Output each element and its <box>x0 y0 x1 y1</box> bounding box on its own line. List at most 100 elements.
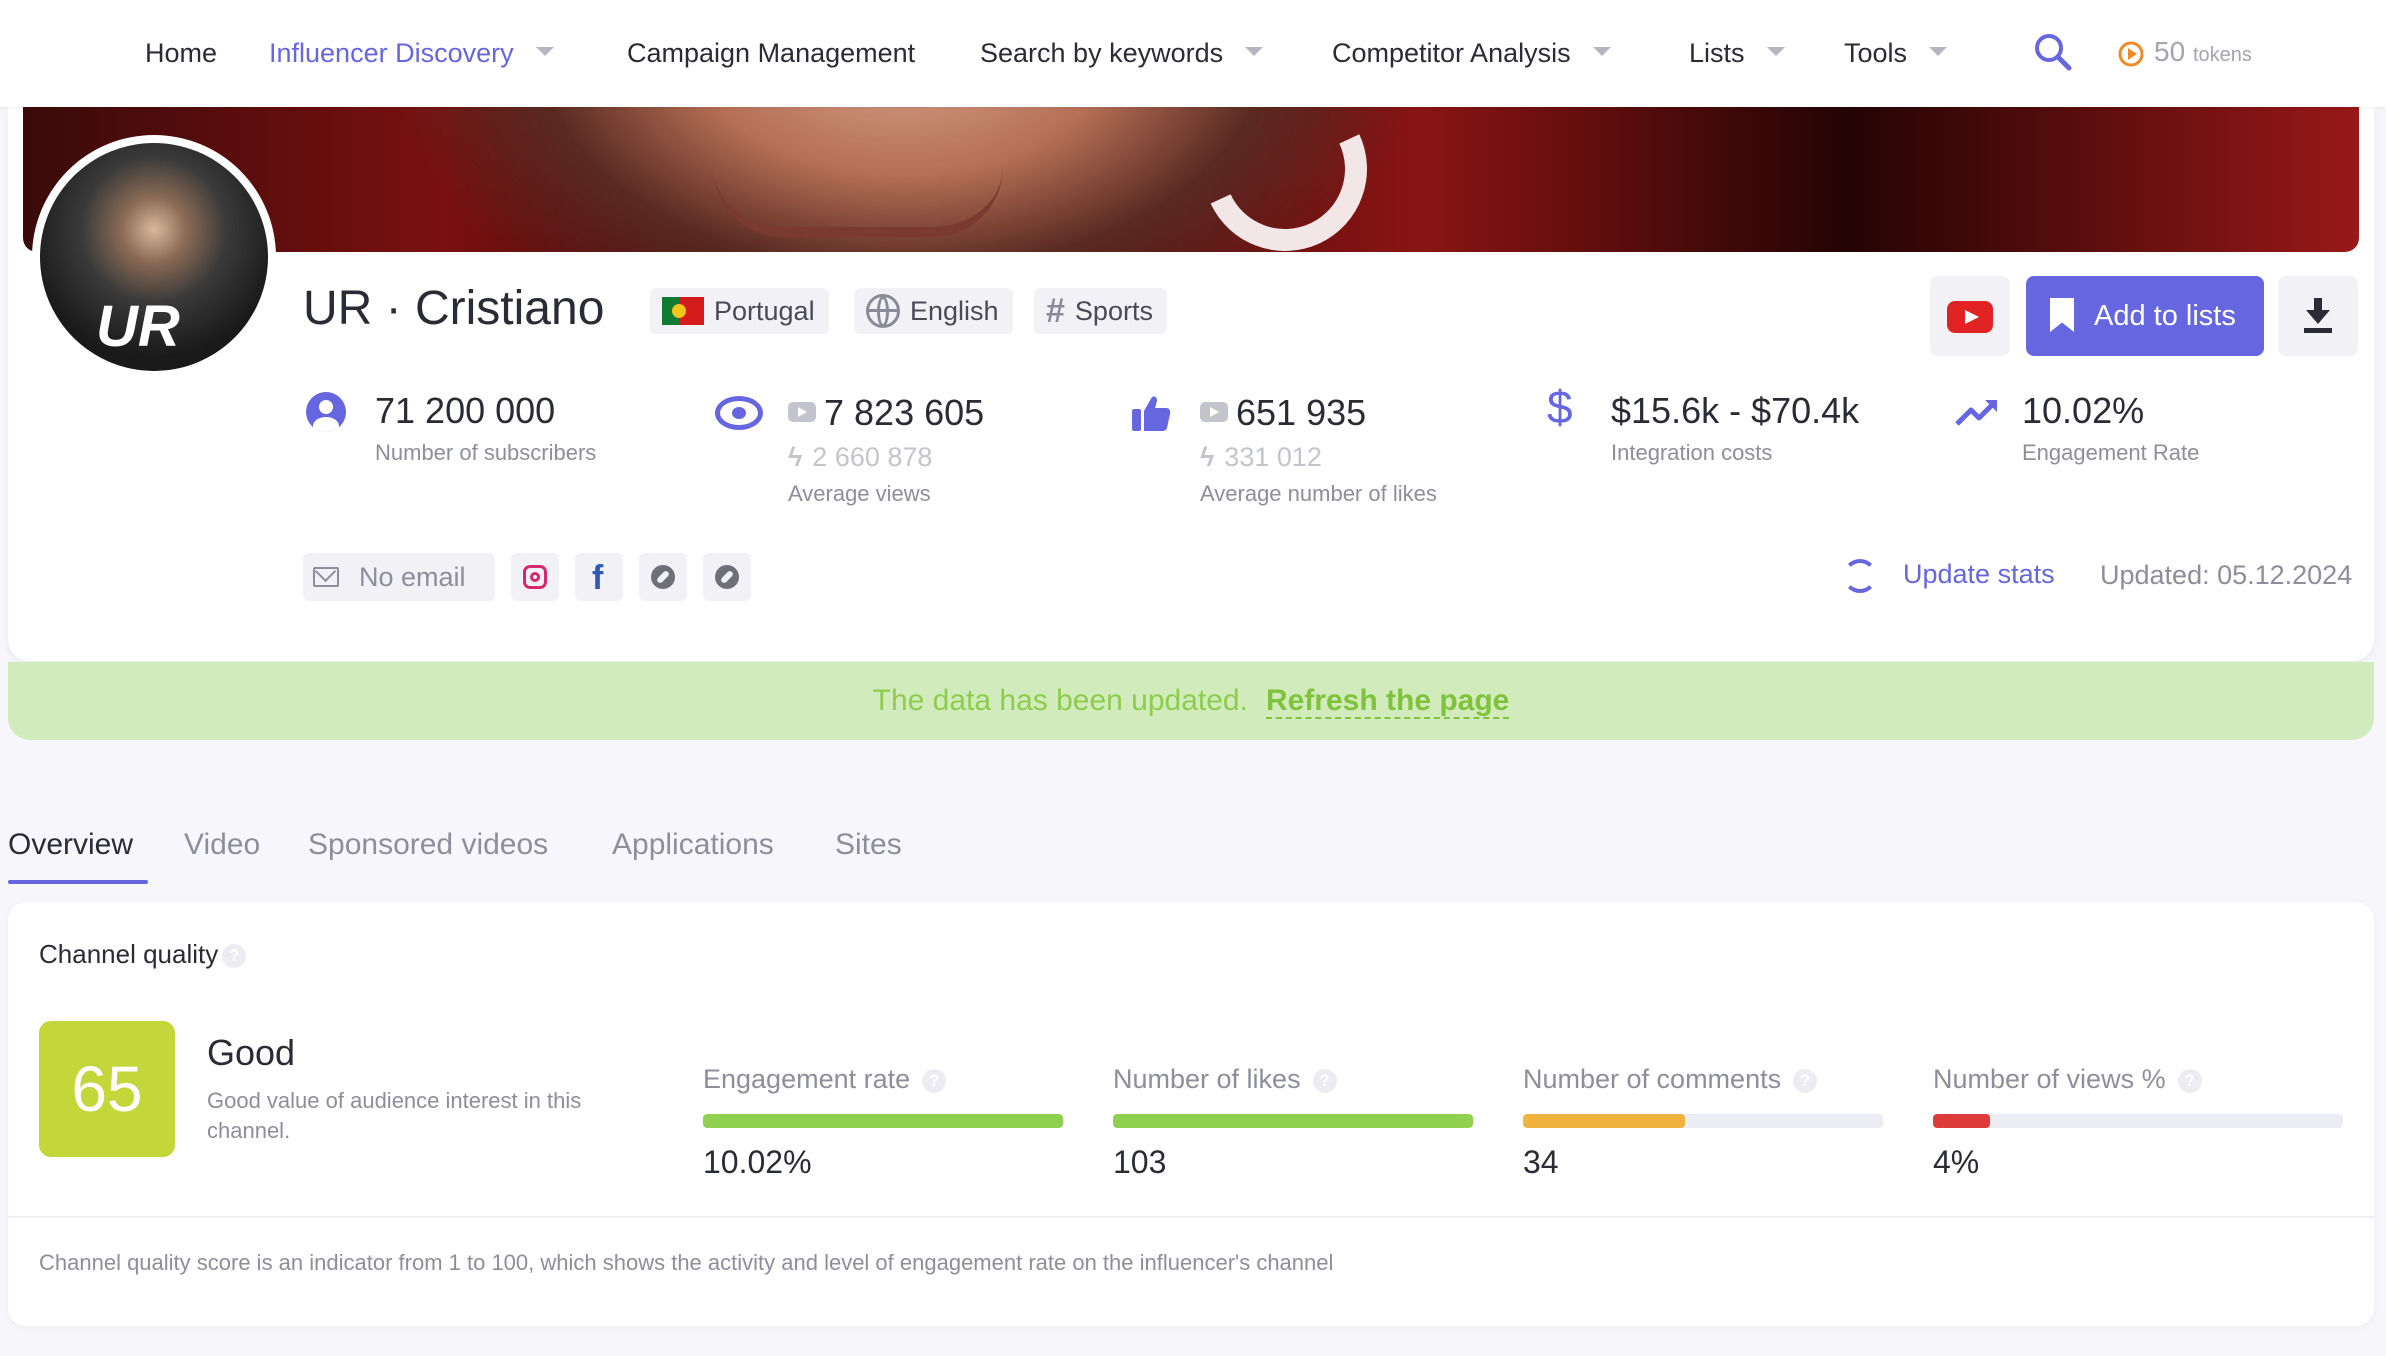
language-label: English <box>910 296 999 326</box>
search-icon[interactable] <box>2033 32 2073 72</box>
tab-sites[interactable]: Sites <box>835 828 902 862</box>
chevron-down-icon <box>1245 47 1264 57</box>
tokens-balance[interactable]: 50 tokens <box>2154 36 2252 68</box>
likes-value: 651 935 <box>1200 392 1366 434</box>
metric-bar-comments <box>1523 1114 1883 1128</box>
quality-footnote: Channel quality score is an indicator fr… <box>39 1250 1334 1275</box>
tokens-label: tokens <box>2192 44 2252 66</box>
engagement-value: 10.02% <box>2022 390 2145 431</box>
engagement-label: Engagement Rate <box>2022 440 2200 465</box>
nav-search-by-keywords-label: Search by keywords <box>980 38 1224 68</box>
tab-applications[interactable]: Applications <box>612 828 774 862</box>
shorts-icon: ϟ <box>1200 442 1215 472</box>
instagram-link[interactable] <box>511 553 559 601</box>
help-icon[interactable]: ? <box>222 944 247 969</box>
metric-value-views: 4% <box>1933 1144 1980 1180</box>
category-chip: # Sports <box>1034 288 1167 334</box>
website-link[interactable] <box>639 553 687 601</box>
youtube-channel-button[interactable] <box>1930 276 2010 356</box>
nav-lists-label: Lists <box>1689 38 1745 68</box>
email-chip: No email <box>303 553 495 601</box>
nav-competitor-analysis[interactable]: Competitor Analysis <box>1332 38 1611 69</box>
help-icon[interactable]: ? <box>1312 1068 1337 1093</box>
nav-home[interactable]: Home <box>145 38 217 69</box>
integration-label: Integration costs <box>1611 440 1773 465</box>
compass-icon <box>651 565 675 589</box>
metric-value-comments: 34 <box>1523 1144 1559 1180</box>
language-chip: English <box>854 288 1013 334</box>
nav-tools-label: Tools <box>1844 38 1908 68</box>
views-label: Average views <box>788 481 931 506</box>
tab-video[interactable]: Video <box>184 828 260 862</box>
metric-label-comments: Number of comments? <box>1523 1064 1818 1095</box>
hashtag-icon: # <box>1046 291 1065 330</box>
metric-fill <box>1523 1114 1685 1128</box>
updated-date: Updated: 05.12.2024 <box>2100 560 2353 590</box>
chevron-down-icon <box>1929 47 1948 57</box>
avatar: UR <box>32 135 276 379</box>
tab-overview[interactable]: Overview <box>8 828 133 862</box>
metric-value-likes: 103 <box>1113 1144 1167 1180</box>
help-icon[interactable]: ? <box>922 1068 947 1093</box>
nav-search-by-keywords[interactable]: Search by keywords <box>980 38 1264 69</box>
subscribers-label: Number of subscribers <box>375 440 597 465</box>
channel-banner <box>23 107 2359 252</box>
refresh-page-link[interactable]: Refresh the page <box>1265 684 1510 719</box>
youtube-icon <box>1947 301 1993 333</box>
download-button[interactable] <box>2278 276 2358 356</box>
category-label: Sports <box>1074 296 1153 326</box>
active-tab-indicator <box>8 880 148 884</box>
youtube-icon <box>788 402 816 423</box>
tab-sponsored-videos[interactable]: Sponsored videos <box>308 828 548 862</box>
nav-influencer-discovery-label: Influencer Discovery <box>269 38 514 68</box>
nav-home-label: Home <box>145 38 218 68</box>
portugal-flag-icon <box>662 296 704 325</box>
metric-bar-likes <box>1113 1114 1473 1128</box>
thumbs-up-icon <box>1132 396 1171 431</box>
quality-score: 65 <box>39 1021 175 1157</box>
channel-quality-title: Channel quality? <box>39 939 247 970</box>
eye-icon <box>715 396 763 430</box>
subscribers-value: 71 200 000 <box>375 390 556 431</box>
add-to-lists-label: Add to lists <box>2094 300 2236 332</box>
nav-tools[interactable]: Tools <box>1844 38 1948 69</box>
metric-label-views: Number of views %? <box>1933 1064 2202 1095</box>
quality-description: Good value of audience interest in this … <box>207 1088 582 1143</box>
quality-rating: Good <box>207 1032 296 1073</box>
update-stats-button[interactable]: Update stats <box>1903 559 2055 590</box>
token-icon <box>2118 41 2144 67</box>
add-to-lists-button[interactable]: Add to lists <box>2026 276 2264 356</box>
nav-lists[interactable]: Lists <box>1689 38 1785 69</box>
envelope-icon <box>313 567 339 587</box>
top-navbar: Home Influencer Discovery Campaign Manag… <box>0 0 2386 107</box>
nav-campaign-management-label: Campaign Management <box>627 38 916 68</box>
chevron-down-icon <box>1766 47 1785 57</box>
nav-influencer-discovery[interactable]: Influencer Discovery <box>269 38 554 69</box>
views-value: 7 823 605 <box>788 392 984 434</box>
user-icon <box>306 392 346 432</box>
country-label: Portugal <box>714 296 815 326</box>
youtube-icon <box>1200 402 1228 423</box>
bookmark-icon <box>2050 298 2074 332</box>
nav-competitor-analysis-label: Competitor Analysis <box>1332 38 1571 68</box>
metric-label-likes: Number of likes? <box>1113 1064 1337 1095</box>
help-icon[interactable]: ? <box>1793 1068 1818 1093</box>
trend-up-icon <box>1955 400 1997 426</box>
facebook-link[interactable]: f <box>575 553 623 601</box>
country-chip: Portugal <box>650 288 829 334</box>
help-icon[interactable]: ? <box>2177 1068 2202 1093</box>
divider <box>8 1216 2374 1218</box>
metric-fill <box>703 1114 1063 1128</box>
shorts-icon: ϟ <box>788 442 803 472</box>
tokens-count: 50 <box>2154 36 2186 67</box>
facebook-icon: f <box>592 559 604 597</box>
update-notice: The data has been updated. Refresh the pa… <box>8 662 2374 740</box>
likes-sub-value: ϟ 331 012 <box>1200 442 1322 472</box>
metric-fill <box>1113 1114 1473 1128</box>
metric-label-engagement: Engagement rate? <box>703 1064 947 1095</box>
website-link-2[interactable] <box>703 553 751 601</box>
views-sub-value: ϟ2 660 878 <box>788 442 933 472</box>
channel-name: UR · Cristiano <box>303 282 605 335</box>
nav-campaign-management[interactable]: Campaign Management <box>627 38 915 69</box>
metric-fill <box>1933 1114 1991 1128</box>
